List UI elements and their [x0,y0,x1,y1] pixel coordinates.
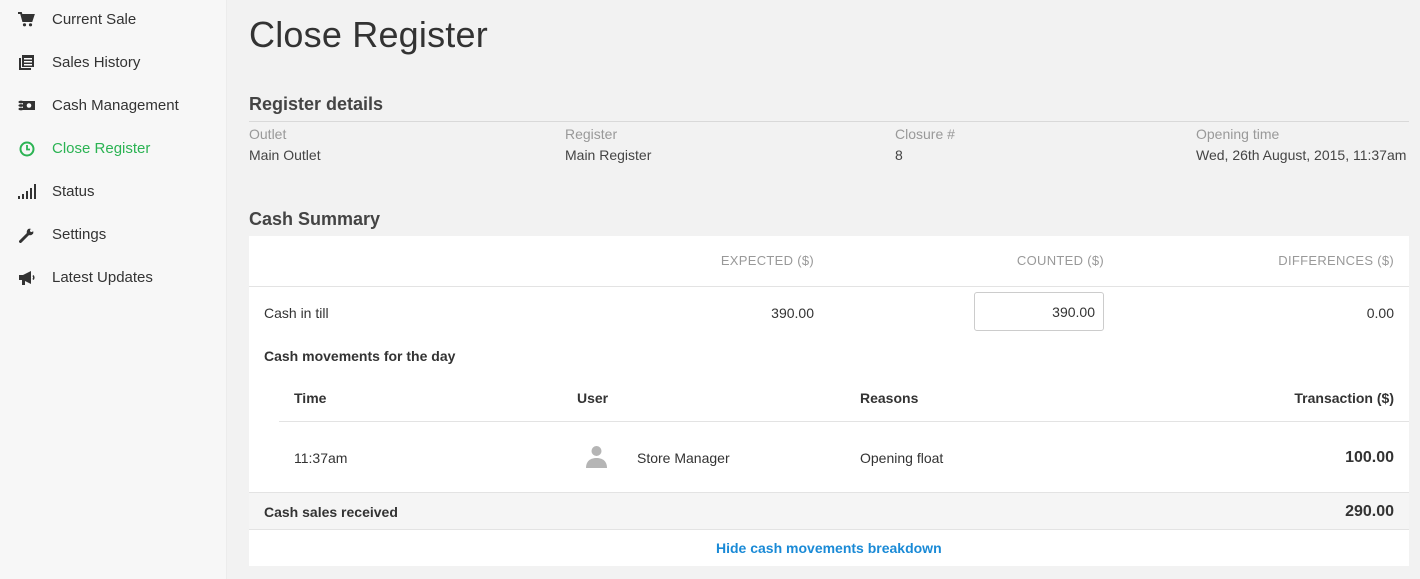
sidebar-item-close-register[interactable]: Close Register [0,127,227,170]
column-header-expected: EXPECTED ($) [720,253,814,268]
register-details-title: Register details [249,94,384,114]
signal-icon [17,182,36,201]
movements-header-transaction: Transaction ($) [1294,390,1394,406]
sidebar-item-status[interactable]: Status [0,170,227,213]
sidebar-item-latest-updates[interactable]: Latest Updates [0,256,227,299]
movements-header-reasons: Reasons [860,390,919,406]
list-icon [17,53,36,72]
user-avatar-icon [585,445,608,473]
sidebar-item-current-sale[interactable]: Current Sale [0,0,227,41]
opening-time-label: Opening time [1196,126,1280,142]
megaphone-icon [17,268,36,287]
sidebar-item-label: Latest Updates [52,269,153,286]
movement-amount: 100.00 [1345,449,1394,466]
clock-icon [17,139,36,158]
sidebar-item-settings[interactable]: Settings [0,213,227,256]
movement-time: 11:37am [294,450,348,466]
sidebar: Current Sale Sales History Cash Manageme… [0,0,227,579]
outlet-label: Outlet [249,126,287,142]
sidebar-item-label: Status [52,183,95,200]
page-title: Close Register [249,14,488,55]
divider [279,421,1409,422]
cash-sales-row [249,493,1409,529]
cash-in-till-difference: 0.00 [1366,305,1394,321]
register-value: Main Register [565,147,652,163]
sidebar-item-sales-history[interactable]: Sales History [0,41,227,84]
outlet-value: Main Outlet [249,147,321,163]
sidebar-item-label: Close Register [52,140,151,157]
cash-sales-value: 290.00 [1345,503,1394,520]
closure-label: Closure # [895,126,955,142]
hide-cash-movements-link[interactable]: Hide cash movements breakdown [716,540,942,556]
column-header-differences: DIFFERENCES ($) [1278,253,1394,268]
cash-icon [17,96,36,115]
divider [249,121,1409,122]
divider [249,286,1409,287]
movements-header-user: User [577,390,609,406]
sidebar-item-label: Cash Management [52,97,179,114]
movement-user: Store Manager [637,450,730,466]
wrench-icon [17,225,36,244]
cart-icon [17,10,36,29]
column-header-counted: COUNTED ($) [1016,253,1104,268]
cash-in-till-expected: 390.00 [771,305,814,321]
register-label: Register [565,126,618,142]
divider [249,529,1409,530]
opening-time-value: Wed, 26th August, 2015, 11:37am [1196,147,1407,163]
divider [249,492,1409,493]
cash-sales-label: Cash sales received [264,504,398,520]
sidebar-item-label: Settings [52,226,107,243]
movement-reason: Opening float [860,450,944,466]
cash-movements-title: Cash movements for the day [264,348,456,364]
sidebar-item-label: Sales History [52,54,141,71]
closure-value: 8 [895,147,903,163]
cash-in-till-label: Cash in till [264,305,329,321]
sidebar-item-cash-management[interactable]: Cash Management [0,84,227,127]
sidebar-item-label: Current Sale [52,11,137,28]
cash-summary-title: Cash Summary [249,209,381,229]
cash-in-till-counted-input[interactable] [974,292,1104,331]
movements-header-time: Time [294,390,327,406]
